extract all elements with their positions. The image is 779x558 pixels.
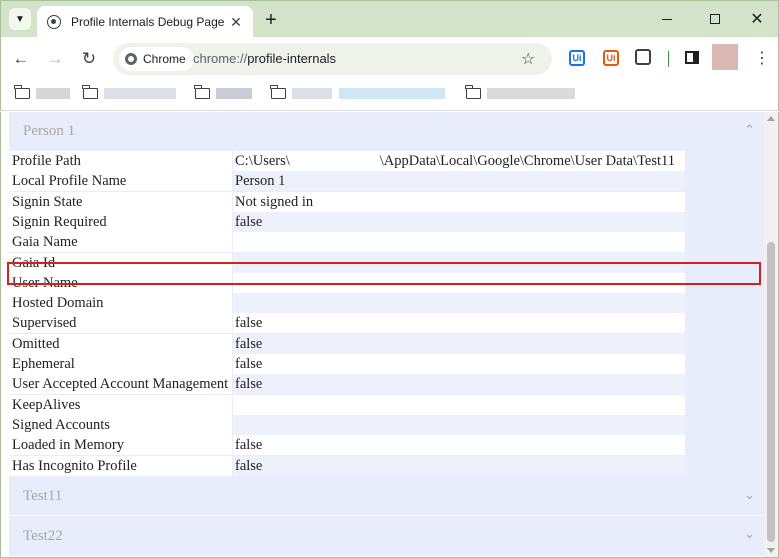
chrome-icon [125, 53, 137, 65]
profile-section-header[interactable]: Person 1 ⌃ [9, 112, 765, 150]
bookmark-star-icon[interactable]: ☆ [521, 49, 535, 69]
property-value: false [233, 455, 685, 476]
profile-path-suffix: \AppData\Local\Google\Chrome\User Data\T… [379, 153, 675, 169]
extensions-puzzle-icon[interactable] [635, 49, 651, 65]
new-tab-button[interactable]: + [259, 9, 283, 31]
profile-name: Person 1 [23, 122, 76, 139]
property-key: Supervised [9, 313, 232, 334]
back-button[interactable]: ← [10, 48, 32, 70]
scrollbar-thumb[interactable] [767, 242, 775, 542]
folder-icon [14, 85, 30, 99]
bookmark-folder[interactable] [194, 85, 252, 99]
extension-uipath-icon[interactable]: Ui [569, 50, 585, 66]
profile-avatar[interactable] [712, 44, 738, 70]
url-host: profile-internals [247, 51, 337, 66]
bookmark-label [216, 88, 252, 99]
reload-button[interactable]: ↻ [78, 48, 100, 70]
tab-title: Profile Internals Debug Page [71, 15, 225, 29]
profile-path-highlight [7, 262, 761, 285]
chevron-down-icon: ▼ [15, 13, 25, 25]
scroll-up-arrow-icon[interactable] [767, 116, 775, 121]
profile-section-header[interactable]: Test11 ⌄ [9, 477, 765, 515]
property-key: Profile Path [9, 151, 232, 171]
toolbar-divider [668, 51, 669, 67]
property-value [233, 293, 685, 314]
property-key: Ephemeral [9, 354, 232, 374]
forward-button[interactable]: → [44, 48, 66, 70]
property-key: Local Profile Name [9, 171, 232, 192]
property-value: Not signed in [233, 191, 685, 212]
folder-icon [194, 85, 210, 99]
folder-icon [82, 85, 98, 99]
property-value [233, 232, 685, 253]
address-bar[interactable]: Chrome chrome://profile-internals ☆ [113, 43, 552, 75]
property-value: false [233, 435, 685, 456]
menu-icon[interactable]: ⋮ [754, 48, 770, 68]
url-scheme: chrome:// [193, 51, 248, 66]
property-key: Signin State [9, 191, 232, 212]
profile-name: Test22 [23, 527, 63, 544]
scroll-down-arrow-icon[interactable] [767, 548, 775, 553]
minimize-icon [662, 18, 672, 20]
bookmark-label [339, 88, 445, 99]
property-key: Gaia Name [9, 232, 232, 253]
profile-name: Test11 [23, 487, 63, 504]
bookmark-label [487, 88, 575, 99]
property-key: User Accepted Account Management [9, 374, 232, 395]
chevron-down-icon: ⌄ [744, 527, 755, 542]
profile-path-prefix: C:\Users\ [235, 153, 290, 169]
profile-section-header[interactable]: Test22 ⌄ [9, 516, 765, 556]
property-key: Has Incognito Profile [9, 455, 232, 476]
folder-icon [270, 85, 286, 99]
toolbar: ← → ↻ Chrome chrome://profile-internals … [0, 37, 779, 81]
property-key: Signin Required [9, 211, 232, 232]
chip-label: Chrome [143, 52, 186, 66]
property-value [233, 394, 685, 415]
bookmark-label [292, 88, 332, 99]
bookmark-folder[interactable] [465, 85, 575, 99]
scrollbar[interactable] [764, 112, 778, 557]
page-content: Person 1 ⌃ Profile Path C:\Users\ \AppData… [0, 112, 779, 558]
property-value: false [233, 211, 685, 232]
property-value [233, 414, 685, 435]
side-panel-icon[interactable] [685, 51, 699, 64]
site-info-chip[interactable]: Chrome [119, 47, 194, 71]
bookmark-folder[interactable] [82, 85, 176, 99]
chevron-up-icon: ⌃ [744, 123, 755, 138]
maximize-icon [710, 14, 720, 24]
bookmark-label [36, 88, 70, 99]
title-bar: ▼ Profile Internals Debug Page ✕ + ✕ [0, 0, 779, 38]
minimize-button[interactable] [644, 1, 690, 37]
property-value: false [233, 374, 685, 395]
bookmark-folder[interactable] [270, 85, 332, 99]
bookmark-folder[interactable] [14, 85, 70, 99]
property-key: Signed Accounts [9, 414, 232, 435]
redacted-username [289, 152, 380, 168]
property-key: Loaded in Memory [9, 435, 232, 456]
close-tab-icon[interactable]: ✕ [227, 13, 245, 31]
chevron-down-icon: ⌄ [744, 488, 755, 503]
tab-search-button[interactable]: ▼ [9, 8, 31, 30]
maximize-button[interactable] [692, 1, 738, 37]
globe-icon [47, 15, 61, 29]
bookmarks-bar [0, 81, 779, 111]
property-value: false [233, 313, 685, 334]
url-text[interactable]: chrome://profile-internals [193, 51, 336, 66]
property-value: false [233, 333, 685, 354]
property-key: Hosted Domain [9, 293, 232, 314]
active-tab[interactable]: Profile Internals Debug Page ✕ [37, 6, 253, 38]
bookmark-item[interactable] [339, 88, 445, 99]
property-key: Omitted [9, 333, 232, 354]
bookmark-label [104, 88, 176, 99]
property-value: C:\Users\ \AppData\Local\Google\Chrome\Us… [233, 151, 685, 171]
window-close-button[interactable]: ✕ [734, 1, 779, 37]
property-key: KeepAlives [9, 394, 232, 415]
profile-properties-table: Profile Path C:\Users\ \AppData\Local\Goog… [9, 150, 765, 477]
property-value: Person 1 [233, 171, 685, 192]
property-value: false [233, 354, 685, 374]
folder-icon [465, 85, 481, 99]
extension-uipath-orange-icon[interactable]: Ui [603, 50, 619, 66]
